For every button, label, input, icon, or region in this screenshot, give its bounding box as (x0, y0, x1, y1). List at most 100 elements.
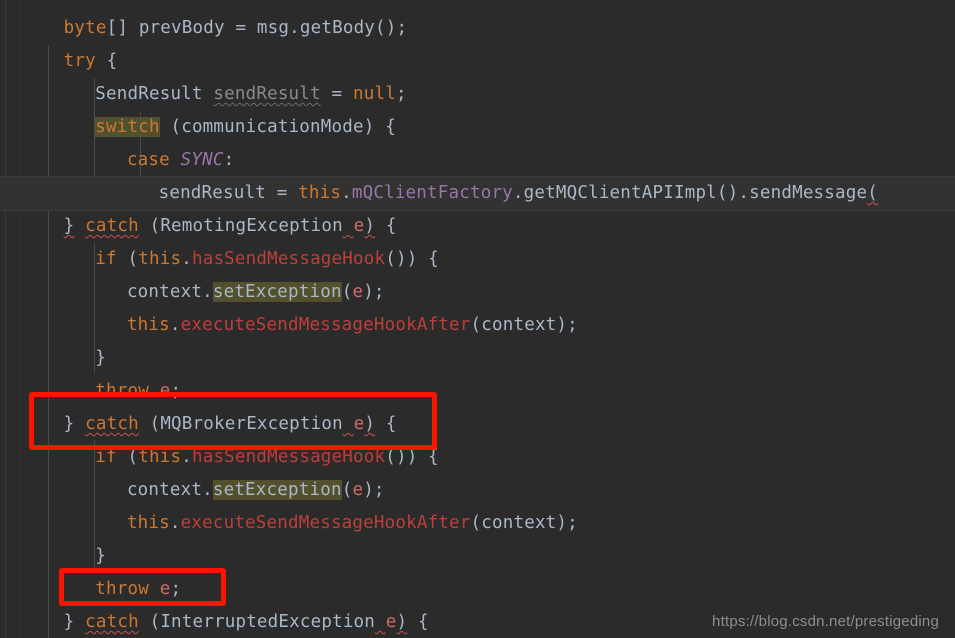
code-line[interactable]: } (0, 342, 955, 375)
code-token: . (169, 513, 181, 533)
code-token: e (353, 414, 365, 434)
code-token: ()) { (385, 249, 439, 269)
code-line[interactable]: context.setException(e); (0, 474, 955, 507)
code-line[interactable]: if (this.hasSendMessageHook()) { (0, 243, 955, 276)
code-token: e (352, 282, 364, 302)
code-token: ( (159, 117, 182, 137)
code-token: . (169, 315, 181, 335)
code-token: { (407, 612, 429, 632)
code-line[interactable]: try { (0, 45, 955, 78)
code-token: } (63, 414, 75, 434)
code-token: e (385, 612, 397, 632)
code-token: sendMessage (749, 183, 868, 203)
code-token: . (181, 249, 192, 269)
code-token: hasSendMessageHook (191, 447, 386, 467)
code-token: this (126, 513, 170, 533)
code-token: sendResult (158, 183, 266, 203)
code-token: } (95, 546, 107, 566)
code-token: switch (95, 117, 160, 137)
code-token: [] (106, 18, 139, 38)
code-token: ); (556, 513, 578, 533)
code-token: context (481, 513, 557, 533)
code-token: hasSendMessageHook (191, 249, 386, 269)
code-token: ; (170, 381, 182, 401)
code-line[interactable]: throw e; (0, 375, 955, 408)
code-token: ( (470, 315, 482, 335)
code-token: ( (138, 414, 161, 434)
code-line[interactable]: throw e; (0, 573, 955, 606)
code-token: SendResult (95, 84, 203, 104)
code-token: ( (138, 612, 161, 632)
code-token: catch (85, 612, 139, 632)
code-token: = (224, 18, 257, 38)
code-line[interactable]: } catch (RemotingException e) { (0, 210, 955, 243)
code-token: { (375, 414, 397, 434)
code-token: if (95, 447, 117, 467)
code-token: ( (138, 216, 161, 236)
code-line[interactable]: this.executeSendMessageHookAfter(context… (0, 309, 955, 342)
code-token: case (126, 150, 170, 170)
code-token: this (138, 249, 182, 269)
code-token: ; (170, 579, 182, 599)
code-token: : (223, 150, 235, 170)
code-token: ; (395, 84, 407, 104)
code-token: setException (212, 282, 342, 302)
code-token: byte (63, 18, 107, 38)
code-line[interactable]: sendResult = this.mQClientFactory.getMQC… (0, 177, 955, 210)
code-token: e (159, 579, 171, 599)
code-token: SYNC (180, 150, 224, 170)
code-token: throw (95, 579, 149, 599)
code-line[interactable]: SendResult sendResult = null; (0, 78, 955, 111)
code-token: MQBrokerException (160, 414, 343, 434)
code-line[interactable]: this.executeSendMessageHookAfter(context… (0, 507, 955, 540)
code-token: mQClientFactory (351, 183, 513, 203)
code-token: ) (364, 414, 376, 434)
code-token: ); (363, 282, 385, 302)
code-token: (). (716, 183, 750, 203)
code-token: getBody (299, 18, 376, 38)
code-token: ) { (363, 117, 396, 137)
code-token: communicationMode (181, 117, 364, 137)
code-token: executeSendMessageHookAfter (180, 315, 471, 335)
code-token: . (512, 183, 524, 203)
code-token: { (375, 216, 397, 236)
code-token: e (353, 216, 365, 236)
code-token: . (341, 183, 352, 203)
code-token: e (352, 480, 364, 500)
code-token: . (289, 18, 300, 38)
code-token: if (95, 249, 117, 269)
code-token: getMQClientAPIImpl (523, 183, 717, 203)
code-token: RemotingException (160, 216, 343, 236)
code-token: this (138, 447, 182, 467)
code-token: this (298, 183, 342, 203)
code-token: try (63, 51, 96, 71)
code-line[interactable]: switch (communicationMode) { (0, 111, 955, 144)
code-line[interactable]: case SYNC: (0, 144, 955, 177)
code-token: ()) { (385, 447, 439, 467)
code-token: e (159, 381, 171, 401)
code-token: ) (364, 216, 376, 236)
code-token: ( (341, 282, 353, 302)
code-token: } (95, 348, 107, 368)
code-token: null (352, 84, 396, 104)
code-line[interactable]: } (0, 540, 955, 573)
code-line[interactable]: if (this.hasSendMessageHook()) { (0, 441, 955, 474)
code-line[interactable]: byte[] prevBody = msg.getBody(); (0, 12, 955, 45)
code-token: catch (85, 216, 139, 236)
code-token: ( (867, 183, 878, 203)
code-token: ); (363, 480, 385, 500)
code-editor-screenshot: byte[] prevBody = msg.getBody(); try {Sen… (0, 0, 955, 638)
code-line[interactable]: context.setException(e); (0, 276, 955, 309)
code-token: throw (95, 381, 149, 401)
code-line[interactable]: } catch (MQBrokerException e) { (0, 408, 955, 441)
code-token: msg (256, 18, 290, 38)
code-token: { (95, 51, 118, 71)
